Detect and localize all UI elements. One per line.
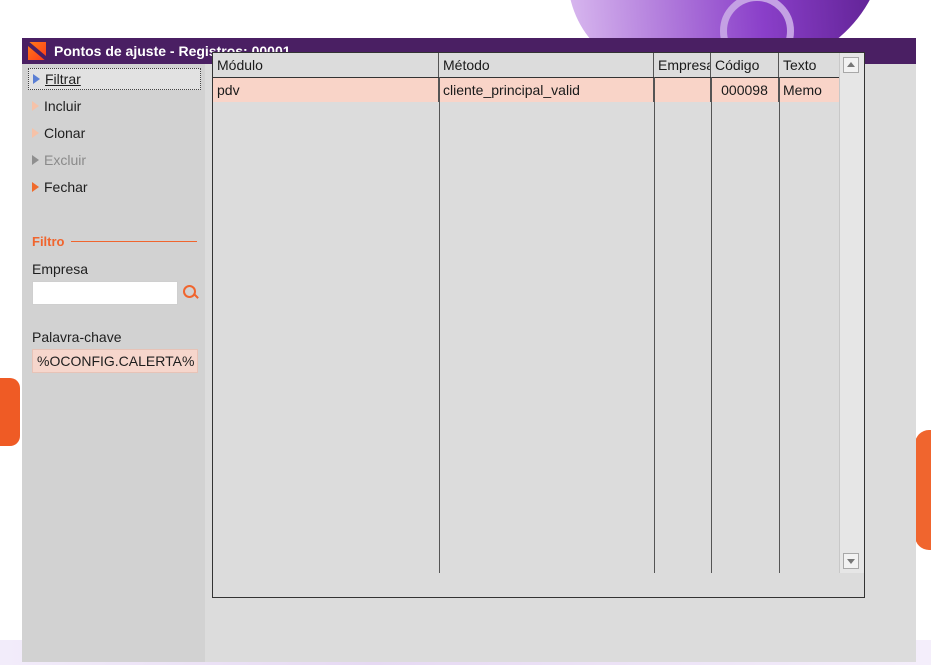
column-header-texto[interactable]: Texto <box>779 53 839 77</box>
grid-footer <box>212 573 865 598</box>
keyword-label: Palavra-chave <box>32 329 122 345</box>
incluir-label: Incluir <box>44 97 82 114</box>
table-row[interactable]: pdv cliente_principal_valid 000098 Memo <box>213 78 864 102</box>
excluir-button[interactable]: Excluir <box>22 146 205 173</box>
fechar-label: Fechar <box>44 178 88 195</box>
scroll-down-icon[interactable] <box>843 553 859 569</box>
search-icon[interactable] <box>182 284 200 302</box>
excluir-label: Excluir <box>44 151 87 168</box>
filtrar-label: Filtrar <box>45 71 81 87</box>
incluir-button[interactable]: Incluir <box>22 92 205 119</box>
triangle-icon <box>32 154 39 165</box>
column-header-modulo[interactable]: Módulo <box>213 53 439 77</box>
records-grid: Módulo Método Empresa Código Texto pdv c… <box>212 52 865 574</box>
cell-texto: Memo <box>783 82 822 98</box>
empresa-field-row <box>32 281 205 305</box>
cell-modulo: pdv <box>213 78 439 102</box>
column-header-empresa[interactable]: Empresa <box>654 53 711 77</box>
background-shape <box>0 378 20 446</box>
cell-metodo: cliente_principal_valid <box>439 78 654 102</box>
empresa-input[interactable] <box>32 281 178 305</box>
cell-empresa <box>654 78 711 102</box>
filter-title: Filtro <box>32 234 65 249</box>
filter-section-header: Filtro <box>32 234 197 249</box>
clonar-label: Clonar <box>44 124 86 141</box>
fechar-button[interactable]: Fechar <box>22 173 205 200</box>
column-divider <box>711 77 712 573</box>
background-shape <box>915 430 931 550</box>
vertical-scrollbar[interactable] <box>839 53 864 573</box>
triangle-icon <box>32 100 39 111</box>
keyword-input[interactable]: %OCONFIG.CALERTA% <box>32 349 198 373</box>
scroll-up-icon[interactable] <box>843 57 859 73</box>
column-divider <box>654 77 655 573</box>
column-divider <box>439 77 440 573</box>
column-divider <box>779 77 780 573</box>
empresa-label: Empresa <box>32 261 89 277</box>
clonar-button[interactable]: Clonar <box>22 119 205 146</box>
column-header-metodo[interactable]: Método <box>439 53 654 77</box>
cell-codigo: 000098 <box>711 78 779 102</box>
column-header-codigo[interactable]: Código <box>711 53 779 77</box>
triangle-icon <box>32 127 39 138</box>
filtrar-button[interactable]: Filtrar <box>28 68 201 90</box>
triangle-icon <box>32 181 39 192</box>
grid-header: Módulo Método Empresa Código Texto <box>213 53 864 78</box>
triangle-icon <box>33 74 40 84</box>
divider <box>70 241 197 242</box>
action-sidebar: Filtrar Incluir Clonar Excluir Fechar Fi… <box>22 64 205 662</box>
app-logo-icon <box>28 42 46 60</box>
